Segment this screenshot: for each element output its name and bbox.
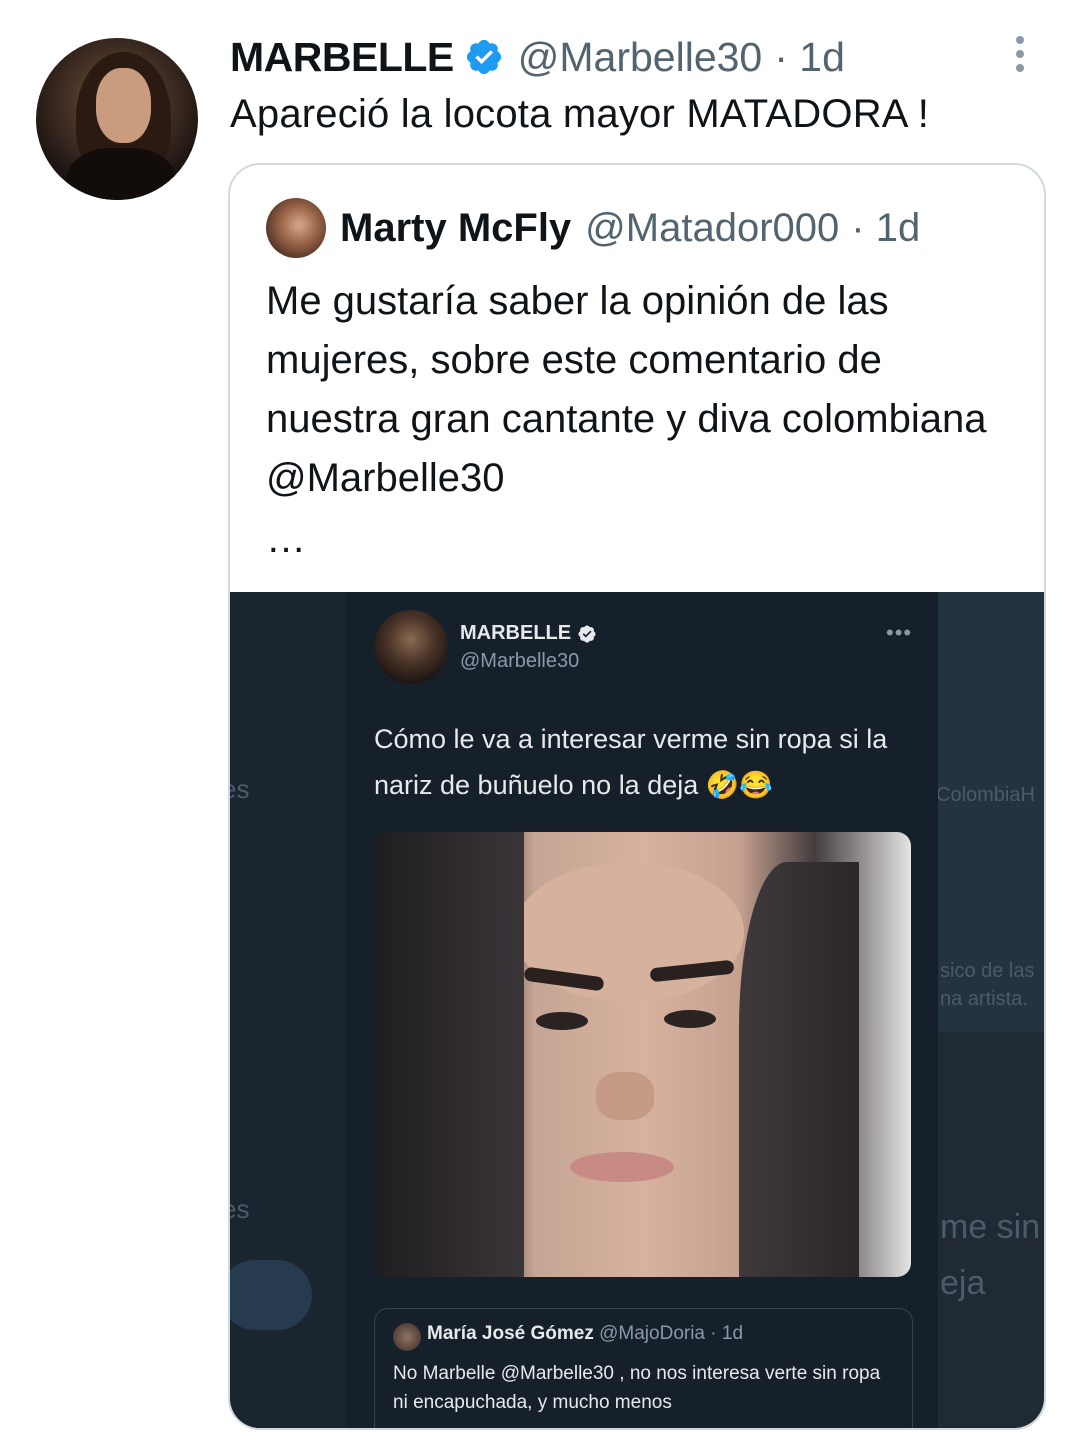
author-handle[interactable]: @Marbelle30 xyxy=(518,34,762,81)
embedded-quoted-time: · 1d xyxy=(710,1323,744,1344)
embedded-quoted-name: María José Gómez xyxy=(427,1323,594,1344)
photo-hair-right xyxy=(739,862,859,1277)
embedded-tweet-screenshot: MARBELLE @Marbelle30 ••• Cómo le va a in… xyxy=(346,592,938,1428)
embedded-quoted-tweet: María José Gómez @MajoDoria · 1d No Marb… xyxy=(374,1308,913,1428)
quoted-tweet-ellipsis: … xyxy=(266,517,306,561)
embedded-author-handle: @Marbelle30 xyxy=(460,650,580,672)
embedded-quoted-header: María José Gómez @MajoDoria · 1d xyxy=(427,1323,743,1345)
embedded-more-icon: ••• xyxy=(886,620,913,645)
ghost-button xyxy=(230,1260,312,1330)
avatar-face xyxy=(96,68,151,143)
author-name[interactable]: MARBELLE xyxy=(230,34,454,81)
avatar-body xyxy=(66,148,176,200)
tweet-time[interactable]: · 1d xyxy=(774,34,845,81)
ghost-text-right-2: sico de las xyxy=(940,960,1035,982)
embedded-verified-badge-icon xyxy=(578,624,596,643)
quoted-author-avatar xyxy=(266,198,326,258)
photo-hair-left xyxy=(374,832,524,1277)
quoted-tweet-header: Marty McFly @Matador000 · 1d xyxy=(340,203,920,253)
quoted-tweet-image[interactable]: es es ColombiaH sico de las na artista. … xyxy=(230,592,1044,1428)
ghost-text-right-3: na artista. xyxy=(940,988,1028,1010)
ghost-text-right-4: me sin xyxy=(940,1208,1041,1246)
embedded-quoted-handle: @MajoDoria xyxy=(599,1323,705,1344)
quoted-author-handle: @Matador000 xyxy=(585,205,840,250)
embedded-author-avatar xyxy=(374,610,448,684)
ghost-text-right-5: eja xyxy=(940,1264,986,1302)
more-options-icon[interactable] xyxy=(1008,36,1032,76)
photo-eye-left xyxy=(536,1012,588,1030)
embedded-tweet-text: Cómo le va a interesar verme sin ropa si… xyxy=(374,724,888,800)
embedded-author-name: MARBELLE xyxy=(460,622,572,644)
photo-eye-right xyxy=(664,1010,716,1028)
photo-lips xyxy=(570,1152,674,1182)
embedded-author-name-row: MARBELLE xyxy=(460,622,597,645)
verified-badge-icon xyxy=(466,39,501,75)
ghost-text-left-1: es xyxy=(230,774,250,804)
quoted-author-name: Marty McFly xyxy=(340,205,572,250)
ghost-text-right-1: ColombiaH xyxy=(936,784,1035,806)
tweet-text: Apareció la locota mayor MATADORA ! xyxy=(230,92,930,136)
author-avatar[interactable] xyxy=(36,38,198,200)
quoted-tweet-text: Me gustaría saber la opinión de las muje… xyxy=(266,279,987,500)
quoted-tweet-card[interactable]: Marty McFly @Matador000 · 1d Me gustaría… xyxy=(228,163,1046,1430)
photo-nose xyxy=(596,1072,654,1120)
embedded-quoted-text: No Marbelle @Marbelle30 , no nos interes… xyxy=(393,1363,881,1413)
quoted-tweet-time: · 1d xyxy=(851,205,921,250)
ghost-text-left-2: es xyxy=(230,1194,250,1224)
tweet-header: MARBELLE @Marbelle30 · 1d xyxy=(230,34,845,80)
embedded-portrait-photo xyxy=(374,832,911,1277)
embedded-quoted-avatar xyxy=(393,1323,421,1351)
